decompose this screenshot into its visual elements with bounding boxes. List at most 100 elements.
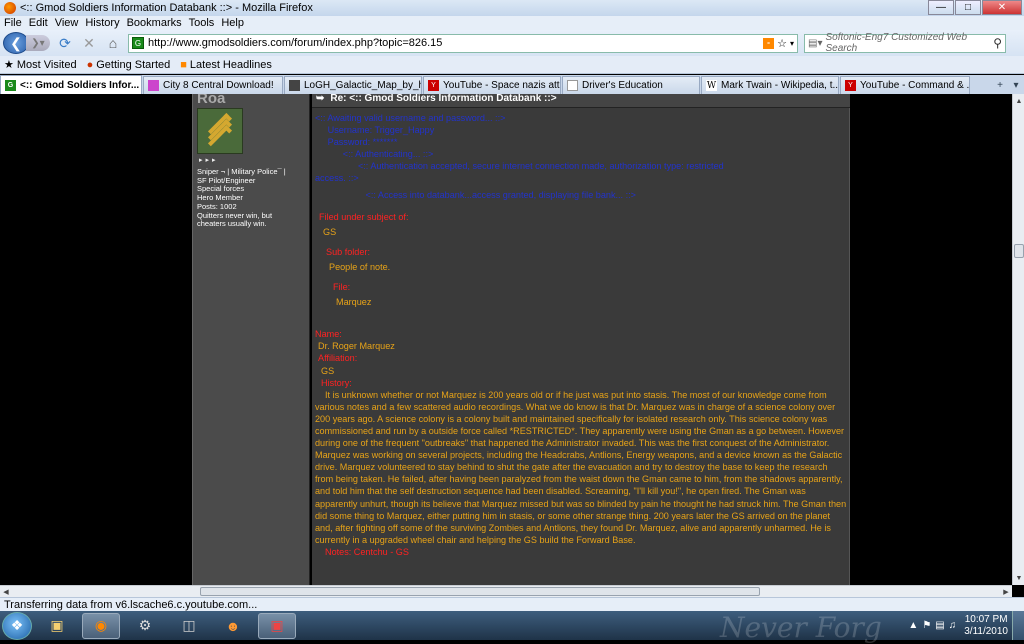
tab-youtube-command[interactable]: Y YouTube - Command & ... — [840, 76, 970, 94]
search-icon[interactable]: ⚲ — [993, 36, 1002, 50]
start-button[interactable]: ❖ — [2, 611, 32, 640]
navigation-toolbar: ❮ ❯▾ ⟳ ✕ ⌂ G http://www.gmodsoldiers.com… — [0, 30, 1024, 56]
system-tray: ▲ ⚑ ▤ ♫ 10:07 PM 3/11/2010 — [904, 611, 1024, 640]
tab-favicon-icon — [289, 80, 300, 91]
window-title: <:: Gmod Soldiers Information Databank :… — [20, 2, 313, 14]
hscroll-thumb[interactable] — [200, 587, 760, 596]
post-header: ➥ Re: <:: Gmod Soldiers Information Data… — [312, 94, 850, 108]
tab-tools: + ▾ — [992, 76, 1024, 94]
tab-label: LoGH_Galactic_Map_by_h... — [304, 80, 422, 91]
affiliation-value: GS — [321, 365, 335, 376]
search-placeholder: Softonic-Eng7 Customized Web Search — [825, 32, 968, 54]
network-icon[interactable]: ▤ — [935, 620, 944, 631]
folder-icon: ▣ — [50, 617, 64, 633]
show-hidden-icon[interactable]: ▲ — [908, 620, 918, 631]
tab-gmod-soldiers[interactable]: G <:: Gmod Soldiers Infor... ✕ — [0, 75, 142, 94]
menu-help[interactable]: Help — [221, 17, 244, 29]
name-value: Dr. Roger Marquez — [318, 341, 395, 352]
forward-button[interactable]: ❯▾ — [26, 35, 50, 51]
tab-logh-map[interactable]: LoGH_Galactic_Map_by_h... — [284, 76, 422, 94]
tab-youtube-space-nazis[interactable]: Y YouTube - Space nazis att... — [423, 76, 561, 94]
url-text[interactable]: http://www.gmodsoldiers.com/forum/index.… — [148, 37, 442, 49]
scroll-left-icon[interactable]: ◀ — [0, 586, 12, 597]
firefox-icon — [4, 2, 16, 14]
scroll-down-icon[interactable]: ▼ — [1014, 572, 1024, 584]
minimize-button[interactable]: — — [928, 0, 954, 15]
post-subject[interactable]: Re: <:: Gmod Soldiers Information Databa… — [330, 94, 556, 104]
tray-icons: ▲ ⚑ ▤ ♫ — [904, 620, 956, 631]
login-line: <:: Access into databank...access grante… — [315, 189, 636, 200]
list-all-tabs-icon[interactable]: ▾ — [1008, 80, 1024, 91]
steam-icon: ⚙ — [138, 617, 152, 633]
taskbar-app6[interactable]: ▣ — [258, 612, 296, 639]
status-text: Transferring data from v6.lscache6.c.you… — [4, 598, 258, 611]
bookmark-getting-started[interactable]: ● Getting Started — [87, 59, 171, 71]
bookmark-star-icon[interactable]: ☆ — [777, 37, 787, 50]
window-controls: — □ ✕ — [927, 0, 1022, 15]
close-button[interactable]: ✕ — [982, 0, 1022, 15]
rss-feed-icon[interactable]: ∘ — [763, 37, 775, 49]
stop-button[interactable]: ✕ — [80, 34, 98, 52]
menu-bar: File Edit View History Bookmarks Tools H… — [0, 16, 1024, 30]
file-value: Marquez — [336, 297, 372, 308]
menu-history[interactable]: History — [85, 17, 119, 29]
new-tab-icon[interactable]: + — [992, 80, 1008, 91]
window-titlebar: <:: Gmod Soldiers Information Databank :… — [0, 0, 1024, 16]
firefox-icon: ● — [86, 58, 94, 71]
clock-date: 3/11/2010 — [964, 625, 1008, 637]
home-icon: ⌂ — [108, 35, 118, 51]
menu-edit[interactable]: Edit — [29, 17, 48, 29]
search-input[interactable]: ▤▾ Softonic-Eng7 Customized Web Search ⚲ — [804, 32, 1006, 54]
url-dropdown-icon[interactable]: ▾ — [790, 39, 794, 48]
login-line: <:: Awaiting valid username and password… — [315, 113, 506, 123]
reload-button[interactable]: ⟳ — [56, 34, 74, 52]
url-bar[interactable]: G http://www.gmodsoldiers.com/forum/inde… — [128, 33, 798, 53]
menu-file[interactable]: File — [4, 17, 22, 29]
windows-logo-icon: ❖ — [10, 617, 24, 633]
login-line: <:: Authentication accepted, secure inte… — [315, 161, 724, 172]
maximize-button[interactable]: □ — [955, 0, 981, 15]
menu-view[interactable]: View — [55, 17, 79, 29]
tab-drivers-education[interactable]: Driver's Education — [562, 76, 700, 94]
clock-time: 10:07 PM — [964, 613, 1008, 625]
scroll-right-icon[interactable]: ▶ — [1000, 586, 1012, 597]
post-icon: ➥ — [316, 94, 325, 104]
taskbar-app5[interactable]: ☻ — [214, 613, 252, 639]
taskbar-steam[interactable]: ⚙ — [126, 613, 164, 639]
bookmark-label: Latest Headlines — [189, 58, 272, 71]
tab-favicon-icon: Y — [845, 80, 856, 91]
menu-bookmarks[interactable]: Bookmarks — [127, 17, 182, 29]
tab-city8[interactable]: City 8 Central Download! — [143, 76, 283, 94]
tab-label: <:: Gmod Soldiers Infor... — [20, 79, 140, 91]
bookmarks-toolbar: ★ Most Visited ● Getting Started ■ Latest H… — [0, 56, 1024, 74]
login-line: Password: ******* — [315, 137, 398, 148]
show-desktop-button[interactable] — [1012, 611, 1024, 640]
stop-icon: ✕ — [83, 34, 95, 51]
filed-label: Filed under subject of: — [319, 211, 409, 222]
windows-taskbar: Never Forg ❖ ▣ ◉ ⚙ ◫ ☻ ▣ ▲ ⚑ ▤ ♫ 10:07 P… — [0, 611, 1024, 644]
home-button[interactable]: ⌂ — [104, 34, 122, 52]
menu-tools[interactable]: Tools — [189, 17, 215, 29]
poster-username[interactable]: Roa — [197, 94, 225, 107]
horizontal-scrollbar[interactable]: ◀ ▶ — [0, 585, 1012, 597]
bookmark-latest-headlines[interactable]: ■ Latest Headlines — [180, 59, 272, 71]
status-bar: Transferring data from v6.lscache6.c.you… — [0, 597, 1024, 611]
tab-favicon-icon: Y — [428, 80, 439, 91]
post-body: <:: Awaiting valid username and password… — [315, 112, 848, 558]
taskbar-firefox[interactable]: ◉ — [82, 612, 120, 639]
tab-label: City 8 Central Download! — [163, 80, 274, 91]
poster-profile: Roa ▸▸▸ Sniper ¬ | Military Police¯ | SF… — [192, 94, 310, 585]
volume-icon[interactable]: ♫ — [949, 620, 957, 631]
taskbar-explorer[interactable]: ▣ — [38, 613, 76, 639]
flag-icon[interactable]: ⚑ — [922, 620, 931, 631]
scroll-thumb[interactable] — [1014, 244, 1024, 258]
taskbar-app4[interactable]: ◫ — [170, 613, 208, 639]
notes-label: Notes: Centchu - GS — [325, 546, 409, 557]
bookmark-most-visited[interactable]: ★ Most Visited — [4, 58, 77, 72]
vertical-scrollbar[interactable]: ▲ ▼ — [1012, 94, 1024, 585]
search-engine-icon[interactable]: ▤▾ — [808, 38, 822, 49]
tab-favicon-icon: W — [706, 80, 717, 91]
tab-mark-twain[interactable]: W Mark Twain - Wikipedia, t... — [701, 76, 839, 94]
scroll-up-icon[interactable]: ▲ — [1014, 95, 1024, 107]
system-clock[interactable]: 10:07 PM 3/11/2010 — [964, 614, 1008, 638]
